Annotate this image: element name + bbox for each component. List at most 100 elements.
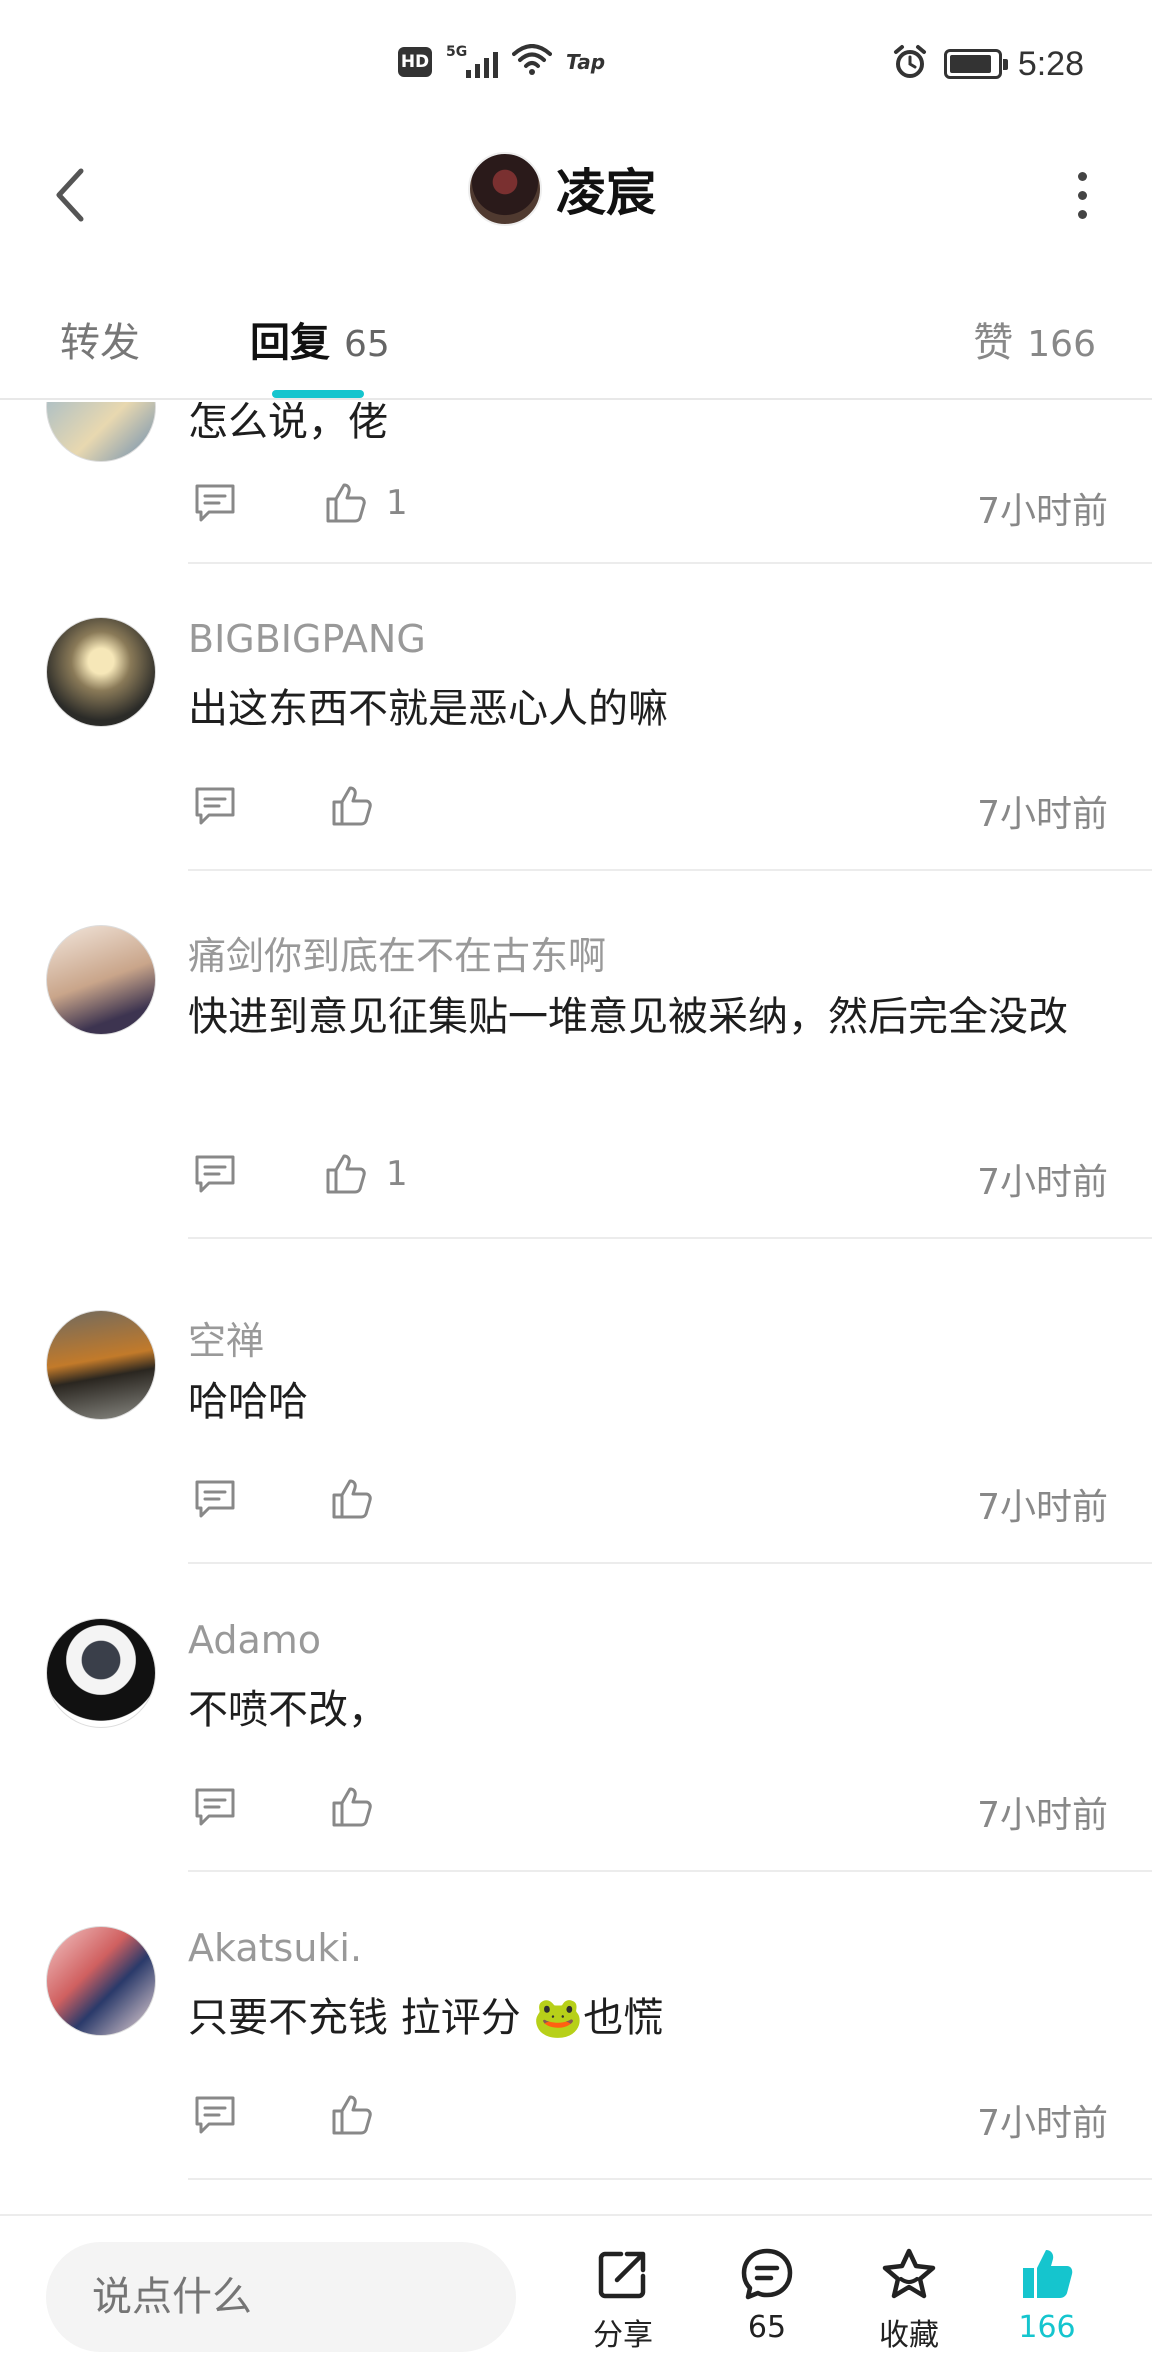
favorite-label: 收藏 [879, 2318, 939, 2353]
divider [188, 2178, 1152, 2180]
avatar[interactable] [46, 402, 156, 462]
bottom-action-bar: 分享 65 收藏 166 [0, 2214, 1152, 2376]
tab-bar: 转发 回复 65 赞 166 [0, 290, 1152, 400]
avatar[interactable] [46, 1618, 156, 1728]
share-button[interactable]: 分享 [568, 2246, 678, 2354]
top-nav: 凌宸 [0, 140, 1152, 250]
comment-item: BIGBIGPANG 出这东西不就是恶心人的嘛 7小时前 [0, 617, 1152, 927]
like-button[interactable] [330, 2088, 392, 2142]
divider [188, 1870, 1152, 1872]
tab-reply[interactable]: 回复 65 [250, 310, 390, 368]
wifi-icon [512, 44, 552, 80]
like-post-count: 166 [1018, 2310, 1076, 2345]
reply-button[interactable] [188, 779, 242, 833]
share-label: 分享 [593, 2318, 653, 2353]
like-button[interactable] [330, 779, 392, 833]
comment-bubble-icon [195, 2096, 235, 2134]
comment-input[interactable] [46, 2242, 516, 2352]
comment-text: 只要不充钱 拉评分 🐸也慌 [188, 1995, 664, 2041]
back-button[interactable] [40, 160, 100, 230]
like-button[interactable]: 1 [324, 476, 408, 530]
clock: 5:28 [1017, 44, 1084, 83]
cellular-signal-icon: 5G [446, 44, 498, 80]
comment-actions: 1 7小时前 [188, 1147, 1108, 1207]
share-icon [598, 2251, 646, 2299]
comments-button[interactable]: 65 [712, 2246, 822, 2345]
like-button[interactable] [330, 1472, 392, 1526]
tab-reply-label: 回复 [250, 320, 330, 366]
comment-author[interactable]: Adamo [188, 1618, 321, 1662]
comment-text: 不喷不改， [188, 1687, 388, 1733]
alarm-clock-icon [892, 44, 928, 84]
reply-button[interactable] [188, 1147, 242, 1201]
tap-indicator: Tap [566, 50, 606, 74]
status-bar: HD 5G Tap 5:28 [0, 0, 1152, 130]
like-count: 1 [386, 1154, 408, 1194]
like-post-button[interactable]: 166 [992, 2246, 1102, 2345]
comment-actions: 1 7小时前 [188, 476, 1108, 536]
like-button[interactable] [330, 1780, 392, 1834]
divider [188, 562, 1152, 564]
comment-bubble-icon [195, 1480, 235, 1518]
comment-author[interactable]: 痛剑你到底在不在古东啊 [188, 925, 606, 980]
comment-actions: 7小时前 [188, 1472, 1108, 1532]
status-left: HD 5G Tap [398, 44, 605, 80]
tab-likes-count: 166 [1027, 324, 1096, 365]
comment-time: 7小时前 [977, 2103, 1108, 2144]
tab-reply-count: 65 [344, 324, 390, 365]
status-right: 5:28 [892, 44, 1084, 84]
reply-button[interactable] [188, 1472, 242, 1526]
comment-item: 空禅 哈哈哈 7小时前 [0, 1310, 1152, 1620]
reply-button[interactable] [188, 476, 242, 530]
thumbs-up-icon [332, 1787, 372, 1827]
comment-bubble-icon [195, 1155, 235, 1193]
thumbs-up-icon [326, 483, 366, 523]
like-button[interactable]: 1 [324, 1147, 408, 1201]
avatar[interactable] [46, 1310, 156, 1420]
comment-text: 出这东西不就是恶心人的嘛 [188, 686, 668, 732]
thumbs-up-icon [332, 1479, 372, 1519]
comment-bubble-icon [195, 787, 235, 825]
tab-forward-label: 转发 [60, 320, 140, 366]
avatar[interactable] [46, 925, 156, 1035]
title-wrap[interactable]: 凌宸 [468, 152, 656, 226]
avatar[interactable] [46, 1926, 156, 2036]
network-type: 5G [446, 44, 468, 60]
comment-bubble-icon [195, 484, 235, 522]
comment-time: 7小时前 [977, 1162, 1108, 1203]
title-avatar[interactable] [468, 152, 542, 226]
avatar[interactable] [46, 617, 156, 727]
comment-list[interactable]: 怎么说，佬 1 7小时前 BIGBIGPANG 出这东西不就是恶心人的嘛 7小时… [0, 402, 1152, 2214]
thumbs-up-icon [332, 2095, 372, 2135]
chevron-left-icon [56, 168, 84, 222]
vertical-ellipsis-icon [1077, 171, 1087, 181]
tab-forward[interactable]: 转发 [60, 310, 140, 368]
page-title: 凌宸 [556, 164, 656, 222]
comment-author[interactable]: BIGBIGPANG [188, 617, 426, 661]
thumbs-up-filled-icon [1023, 2250, 1073, 2298]
comment-time: 7小时前 [977, 1795, 1108, 1836]
comment-author[interactable]: Akatsuki. [188, 1926, 362, 1970]
star-icon [882, 2248, 936, 2299]
battery-icon [943, 49, 1008, 79]
active-tab-indicator [272, 390, 364, 398]
comment-item: Adamo 不喷不改， 7小时前 [0, 1618, 1152, 1928]
thumbs-up-icon [326, 1154, 366, 1194]
tab-likes-label: 赞 [973, 320, 1014, 366]
favorite-button[interactable]: 收藏 [854, 2246, 964, 2354]
comment-author[interactable]: 空禅 [188, 1310, 264, 1365]
divider [188, 1237, 1152, 1239]
comment-actions: 7小时前 [188, 1780, 1108, 1840]
comment-actions: 7小时前 [188, 2088, 1108, 2148]
comment-time: 7小时前 [977, 491, 1108, 532]
comment-count: 65 [747, 2310, 787, 2345]
reply-button[interactable] [188, 1780, 242, 1834]
divider [188, 1562, 1152, 1564]
like-count: 1 [386, 483, 408, 523]
tab-likes[interactable]: 赞 166 [973, 310, 1096, 368]
reply-button[interactable] [188, 2088, 242, 2142]
hd-badge: HD [398, 47, 432, 77]
comment-actions: 7小时前 [188, 779, 1108, 839]
more-options-button[interactable] [1052, 160, 1112, 230]
comment-item: 痛剑你到底在不在古东啊 快进到意见征集贴一堆意见被采纳，然后完全没改 1 7小时… [0, 925, 1152, 1295]
